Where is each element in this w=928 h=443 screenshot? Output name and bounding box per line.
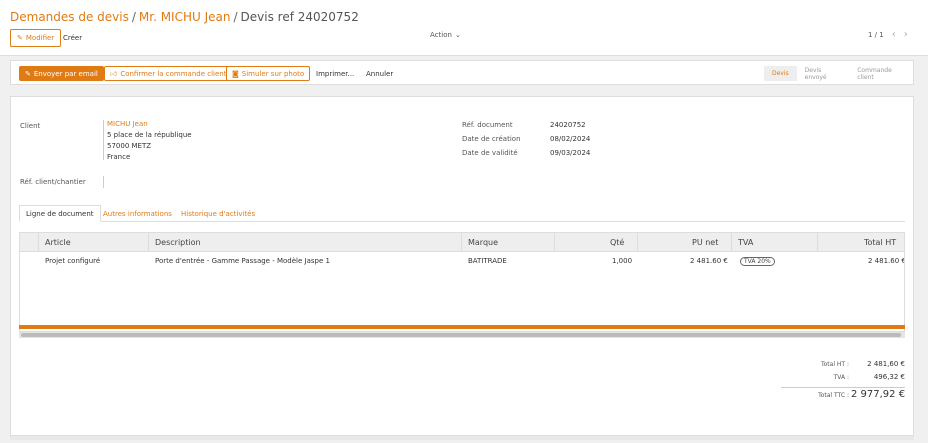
- client-country: France: [107, 153, 131, 161]
- confirm-order-label: Confirmer la commande client: [120, 69, 227, 78]
- total-ttc-value: 2 977,92 €: [851, 389, 906, 400]
- column-header-description[interactable]: Description: [155, 233, 201, 252]
- row-brand[interactable]: BATITRADE: [468, 257, 507, 265]
- create-button[interactable]: Créer: [63, 29, 82, 47]
- client-ref-label: Réf. client/chantier: [20, 178, 86, 186]
- row-quantity[interactable]: 1,000: [612, 257, 632, 265]
- thumbs-up-icon: 👍︎: [110, 70, 118, 78]
- document-sheet: Client MICHU Jean 5 place de la républiq…: [10, 96, 914, 436]
- tab-activity-history[interactable]: Historique d'activités: [175, 205, 261, 222]
- pager: 1 / 1 ‹ ›: [868, 30, 908, 40]
- breadcrumb-link-client[interactable]: Mr. MICHU Jean: [139, 10, 231, 24]
- breadcrumb-separator: /: [233, 10, 238, 24]
- column-separator: [38, 233, 39, 252]
- modify-button-label: Modifier: [25, 34, 55, 42]
- row-article[interactable]: Projet configuré: [45, 257, 100, 265]
- document-tabs: Ligne de document Autres informations Hi…: [19, 205, 905, 222]
- vat-total-label: TVA :: [833, 374, 849, 381]
- validity-date-value: 09/03/2024: [550, 149, 591, 157]
- status-step-order[interactable]: Commande client: [849, 66, 913, 81]
- vat-badge: TVA 20%: [740, 257, 775, 266]
- creation-date-value: 08/02/2024: [550, 135, 591, 143]
- row-total-ht[interactable]: 2 481.60 €: [868, 257, 904, 265]
- column-header-unit-price[interactable]: PU net: [692, 233, 718, 252]
- chevron-right-icon[interactable]: ›: [904, 30, 908, 40]
- document-action-bar: ✎ Envoyer par email 👍︎ Confirmer la comm…: [10, 60, 914, 85]
- total-ht-label: Total HT :: [820, 361, 849, 368]
- status-step-quote[interactable]: Devis: [764, 66, 801, 81]
- horizontal-scrollbar[interactable]: [19, 332, 905, 338]
- tab-other-info[interactable]: Autres informations: [97, 205, 178, 222]
- camera-icon: ◙: [232, 69, 239, 78]
- status-step-label: Devis: [772, 70, 789, 77]
- simulate-photo-label: Simuler sur photo: [241, 69, 305, 78]
- simulate-photo-button[interactable]: ◙ Simuler sur photo: [226, 66, 311, 81]
- document-lines-table: Article Description Marque Qté PU net TV…: [19, 232, 905, 332]
- column-header-article[interactable]: Article: [45, 233, 71, 252]
- chevron-left-icon[interactable]: ‹: [892, 30, 896, 40]
- row-description[interactable]: Porte d'entrée - Gamme Passage - Modèle …: [155, 257, 330, 265]
- column-header-total-ht[interactable]: Total HT: [864, 233, 896, 252]
- column-header-brand[interactable]: Marque: [468, 233, 498, 252]
- client-name-link[interactable]: MICHU Jean: [107, 120, 148, 128]
- table-header: Article Description Marque Qté PU net TV…: [20, 233, 904, 252]
- modify-button[interactable]: ✎ Modifier: [10, 29, 62, 47]
- pencil-icon: ✎: [25, 69, 31, 78]
- breadcrumb: Demandes de devis / Mr. MICHU Jean / Devis r…: [10, 10, 359, 24]
- status-step-label: Devis envoyé: [804, 66, 827, 81]
- client-ref-field[interactable]: [103, 176, 104, 188]
- breadcrumb-current: Devis ref 24020752: [240, 10, 359, 24]
- action-dropdown-label: Action: [430, 31, 452, 39]
- column-separator: [817, 233, 818, 252]
- confirm-order-button[interactable]: 👍︎ Confirmer la commande client: [104, 66, 233, 81]
- print-button[interactable]: Imprimer...: [310, 66, 360, 81]
- breadcrumb-separator: /: [131, 10, 136, 24]
- control-panel: Demandes de devis / Mr. MICHU Jean / Devis r…: [0, 0, 928, 56]
- column-header-vat[interactable]: TVA: [738, 233, 753, 252]
- sheet-bottom-edge: [10, 436, 914, 440]
- vat-total-value: 496,32 €: [873, 373, 905, 381]
- column-separator: [461, 233, 462, 252]
- pencil-icon: ✎: [17, 34, 23, 42]
- creation-date-label: Date de création: [462, 135, 521, 143]
- status-step-label: Commande client: [857, 66, 892, 81]
- column-header-quantity[interactable]: Qté: [610, 233, 624, 252]
- breadcrumb-link-requests[interactable]: Demandes de devis: [10, 10, 129, 24]
- client-address-line2: 57000 METZ: [107, 142, 152, 150]
- total-ht-value: 2 481,60 €: [867, 360, 905, 368]
- field-divider: [103, 120, 104, 160]
- document-ref-value: 24020752: [550, 121, 586, 129]
- status-step-sent[interactable]: Devis envoyé: [796, 66, 854, 81]
- client-address-line1: 5 place de la république: [107, 131, 192, 139]
- document-ref-label: Réf. document: [462, 121, 513, 129]
- chevron-down-icon: ⌄: [454, 31, 461, 39]
- scrollbar-thumb[interactable]: [21, 333, 901, 337]
- total-ttc-label: Total TTC :: [818, 392, 849, 399]
- totals-divider: [781, 387, 905, 388]
- validity-date-label: Date de validité: [462, 149, 518, 157]
- client-label: Client: [20, 122, 41, 130]
- send-email-label: Envoyer par email: [33, 69, 98, 78]
- table-footer-bar: [19, 325, 905, 329]
- column-separator: [554, 233, 555, 252]
- pager-value: 1 / 1: [868, 31, 884, 39]
- tab-document-lines[interactable]: Ligne de document: [19, 205, 101, 222]
- column-separator: [637, 233, 638, 252]
- cancel-button[interactable]: Annuler: [360, 66, 399, 81]
- status-bar: Devis Devis envoyé Commande client: [764, 66, 913, 81]
- send-email-button[interactable]: ✎ Envoyer par email: [19, 66, 104, 81]
- action-dropdown[interactable]: Action ⌄: [430, 31, 461, 39]
- column-separator: [148, 233, 149, 252]
- row-unit-price[interactable]: 2 481.60 €: [690, 257, 728, 265]
- column-separator: [731, 233, 732, 252]
